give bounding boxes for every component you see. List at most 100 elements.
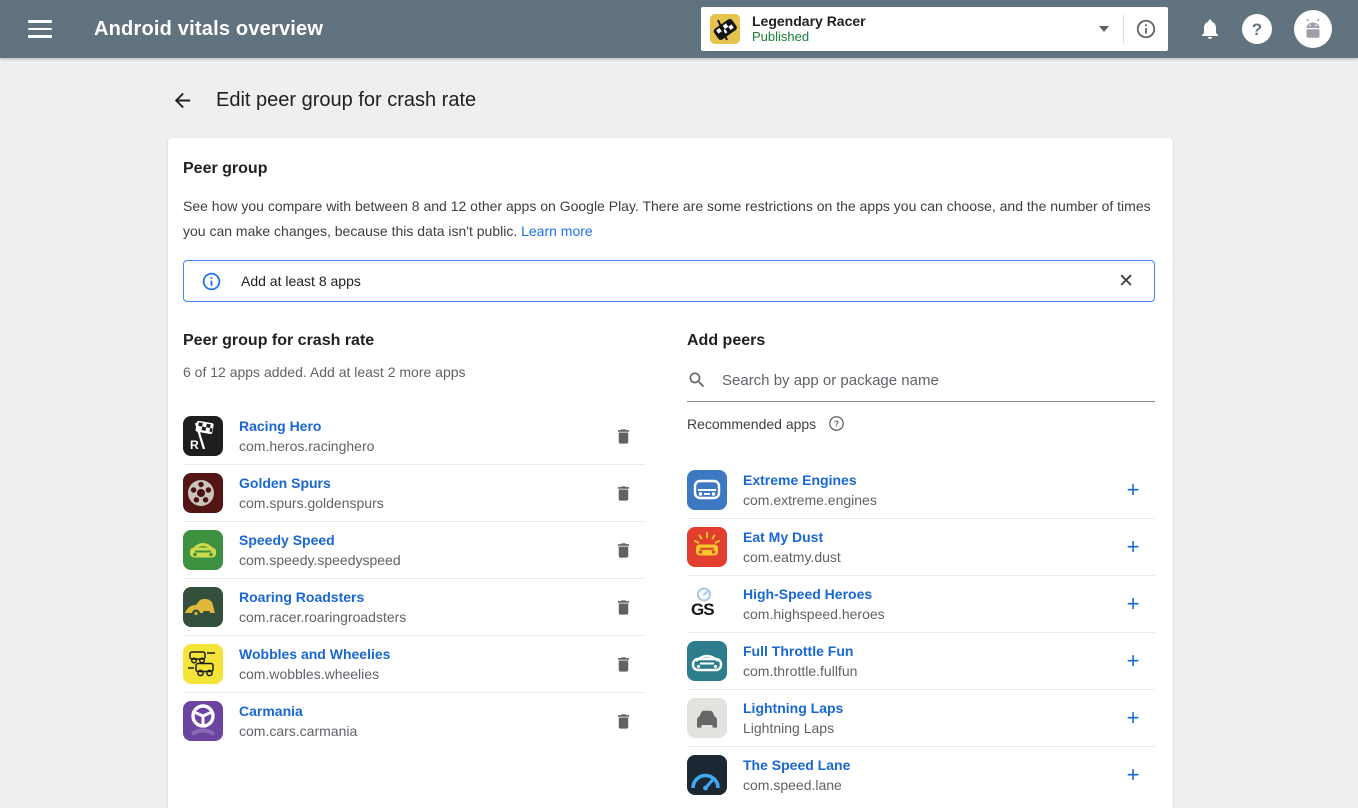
top-app-bar: Android vitals overview Legendary Racer … xyxy=(0,0,1358,58)
remove-app-button[interactable] xyxy=(609,422,637,450)
app-text: Carmania com.cars.carmania xyxy=(239,702,357,741)
svg-text:GS: GS xyxy=(691,600,714,619)
speedy-speed-app-icon xyxy=(183,530,223,570)
remove-app-button[interactable] xyxy=(609,593,637,621)
recommended-apps-row: Recommended apps ? xyxy=(687,415,1155,432)
recommended-app-row: Lightning Laps Lightning Laps + xyxy=(687,690,1155,747)
app-name-link[interactable]: Golden Spurs xyxy=(239,474,384,493)
search-input[interactable] xyxy=(722,372,1155,389)
app-package: com.eatmy.dust xyxy=(743,548,841,567)
bell-icon xyxy=(1198,17,1222,41)
remove-app-button[interactable] xyxy=(609,707,637,735)
app-name-link[interactable]: Racing Hero xyxy=(239,417,374,436)
app-name-link[interactable]: Wobbles and Wheelies xyxy=(239,645,390,664)
trash-icon xyxy=(614,484,633,503)
app-status-badge: Published xyxy=(752,30,866,45)
peer-group-column: Peer group for crash rate 6 of 12 apps a… xyxy=(183,332,645,803)
recommended-app-row: Eat My Dust com.eatmy.dust + xyxy=(687,519,1155,576)
plus-icon: + xyxy=(1127,593,1140,615)
app-package: com.spurs.goldenspurs xyxy=(239,494,384,513)
app-name-link[interactable]: Roaring Roadsters xyxy=(239,588,406,607)
card-description: See how you compare with between 8 and 1… xyxy=(183,194,1155,244)
app-text: Wobbles and Wheelies com.wobbles.wheelie… xyxy=(239,645,390,684)
add-app-button[interactable]: + xyxy=(1119,533,1147,561)
chevron-down-icon xyxy=(1099,26,1109,32)
plus-icon: + xyxy=(1127,650,1140,672)
recommended-app-row: Extreme Engines com.extreme.engines + xyxy=(687,462,1155,519)
roaring-roadsters-app-icon xyxy=(183,587,223,627)
app-name-link[interactable]: Eat My Dust xyxy=(743,528,841,547)
recommended-app-row: GS High-Speed Heroes com.highspeed.heroe… xyxy=(687,576,1155,633)
help-circle-icon: ? xyxy=(828,415,845,432)
app-name-link[interactable]: The Speed Lane xyxy=(743,756,850,775)
app-name-link[interactable]: Extreme Engines xyxy=(743,471,877,490)
two-column-layout: Peer group for crash rate 6 of 12 apps a… xyxy=(183,332,1155,803)
remove-app-button[interactable] xyxy=(609,536,637,564)
peer-group-progress: 6 of 12 apps added. Add at least 2 more … xyxy=(183,364,645,380)
app-package: com.wobbles.wheelies xyxy=(239,665,390,684)
app-text: Extreme Engines com.extreme.engines xyxy=(743,471,877,510)
app-name-link[interactable]: Lightning Laps xyxy=(743,699,843,718)
app-name-link[interactable]: Speedy Speed xyxy=(239,531,401,550)
app-text: Lightning Laps Lightning Laps xyxy=(743,699,843,738)
recommended-apps-label: Recommended apps xyxy=(687,416,816,432)
app-package: Lightning Laps xyxy=(743,719,843,738)
info-icon xyxy=(1135,18,1157,40)
app-text: The Speed Lane com.speed.lane xyxy=(743,756,850,795)
account-avatar[interactable] xyxy=(1294,10,1332,48)
description-text: See how you compare with between 8 and 1… xyxy=(183,198,1151,239)
racing-hero-app-icon: R xyxy=(183,416,223,456)
trash-icon xyxy=(614,541,633,560)
app-package: com.speedy.speedyspeed xyxy=(239,551,401,570)
app-text: Racing Hero com.heros.racinghero xyxy=(239,417,374,456)
lightning-laps-app-icon xyxy=(687,698,727,738)
selected-app-name: Legendary Racer xyxy=(752,13,866,29)
help-button[interactable]: ? xyxy=(1242,14,1272,44)
add-peers-column: Add peers Recommended apps ? xyxy=(687,332,1155,803)
peer-app-row: Roaring Roadsters com.racer.roaringroads… xyxy=(183,579,645,636)
notifications-button[interactable] xyxy=(1198,17,1222,41)
full-throttle-fun-app-icon xyxy=(687,641,727,681)
remove-app-button[interactable] xyxy=(609,650,637,678)
app-text: High-Speed Heroes com.highspeed.heroes xyxy=(743,585,885,624)
trash-icon xyxy=(614,655,633,674)
wobbles-and-wheelies-app-icon xyxy=(183,644,223,684)
trash-icon xyxy=(614,712,633,731)
learn-more-link[interactable]: Learn more xyxy=(521,223,593,239)
plus-icon: + xyxy=(1127,479,1140,501)
peer-app-row: R Racing Hero com.heros.racinghero xyxy=(183,408,645,465)
app-name-link[interactable]: High-Speed Heroes xyxy=(743,585,885,604)
back-button[interactable] xyxy=(170,88,194,112)
menu-icon[interactable] xyxy=(28,20,52,38)
peer-app-row: Golden Spurs com.spurs.goldenspurs xyxy=(183,465,645,522)
add-app-button[interactable]: + xyxy=(1119,647,1147,675)
recommended-help-button[interactable]: ? xyxy=(828,415,845,432)
app-package: com.racer.roaringroadsters xyxy=(239,608,406,627)
app-package: com.heros.racinghero xyxy=(239,437,374,456)
add-app-button[interactable]: + xyxy=(1119,761,1147,789)
app-info-button[interactable] xyxy=(1124,7,1168,51)
close-icon: ✕ xyxy=(1118,271,1134,292)
app-package: com.highspeed.heroes xyxy=(743,605,885,624)
edit-peer-group-title: Edit peer group for crash rate xyxy=(216,89,476,112)
carmania-app-icon xyxy=(183,701,223,741)
add-app-button[interactable]: + xyxy=(1119,590,1147,618)
plus-icon: + xyxy=(1127,707,1140,729)
app-package: com.throttle.fullfun xyxy=(743,662,857,681)
banner-close-button[interactable]: ✕ xyxy=(1112,268,1140,295)
app-text: Eat My Dust com.eatmy.dust xyxy=(743,528,841,567)
search-bar xyxy=(687,370,1155,402)
add-app-button[interactable]: + xyxy=(1119,476,1147,504)
card-title: Peer group xyxy=(183,160,1155,178)
recommended-app-row: The Speed Lane com.speed.lane + xyxy=(687,747,1155,803)
golden-spurs-app-icon xyxy=(183,473,223,513)
trash-icon xyxy=(614,427,633,446)
remove-app-button[interactable] xyxy=(609,479,637,507)
app-name-link[interactable]: Carmania xyxy=(239,702,357,721)
app-name-link[interactable]: Full Throttle Fun xyxy=(743,642,857,661)
svg-text:?: ? xyxy=(834,419,839,429)
add-app-button[interactable]: + xyxy=(1119,704,1147,732)
app-selector[interactable]: Legendary Racer Published xyxy=(701,7,1168,51)
app-package: com.speed.lane xyxy=(743,776,850,795)
page-header: Edit peer group for crash rate xyxy=(170,88,1358,112)
